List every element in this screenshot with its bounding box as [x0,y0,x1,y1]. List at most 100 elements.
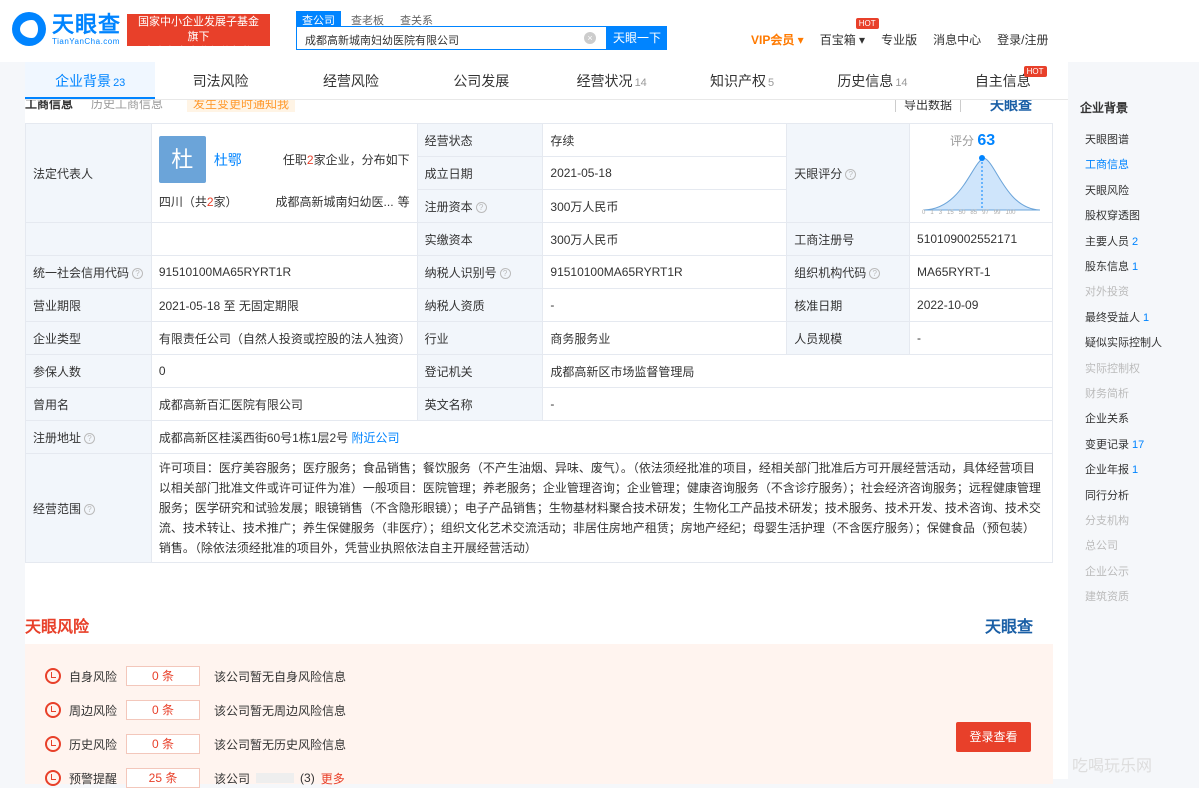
tab-history[interactable]: 历史信息 14 [807,62,937,99]
region-label: 四川（共2家） [158,195,238,209]
authority-value: 成都高新区市场监督管理局 [542,354,1053,388]
watermark: 吃喝玩乐网 [1072,758,1153,775]
site-logo[interactable]: 天眼查 TianYanCha.com [12,12,121,46]
score-value: 评分 63 [950,132,996,149]
help-icon[interactable]: ? [84,432,96,444]
nearby-companies-link[interactable]: 附近公司 [352,431,400,445]
tab-judicial-risk[interactable]: 司法风险 [155,62,285,99]
export-button[interactable]: 导出数据 [895,100,962,112]
reg-no-value: 510109002552171 [909,222,1053,256]
score-axis: 0 1 3 15 50 85 97 99 100 [922,210,1016,216]
more-link[interactable]: 更多 [321,770,345,787]
risk-row-history[interactable]: 历史风险 0 条 该公司暂无历史风险信息 [45,734,346,754]
help-icon[interactable]: ? [84,503,96,515]
sidebar-item: 实际控制权 [1085,362,1140,375]
badge-line1: 国家中小企业发展子基金旗下 [138,16,259,43]
sidebar-item[interactable]: 疑似实际控制人 [1085,334,1162,350]
tab-operating-status[interactable]: 经营状况 14 [547,62,677,99]
sidebar-item[interactable]: 工商信息 [1085,156,1129,172]
help-icon[interactable]: ? [475,201,487,213]
section-header-partial: 工商信息 历史工商信息 发生变更时通知我 导出数据 天眼查 [25,100,1068,112]
risk-row-self[interactable]: 自身风险 0 条 该公司暂无自身风险信息 [45,666,346,686]
paid-capital-value: 300万人民币 [542,222,788,256]
sidebar-item: 分支机构 [1085,515,1129,527]
clock-icon [45,736,61,752]
scope-value: 许可项目：医疗美容服务；医疗服务；食品销售；餐饮服务（不产生油烟、异味、废气）。… [150,453,1054,563]
help-icon[interactable]: ? [499,267,511,279]
hot-badge: HOT [855,18,879,29]
logo-subtext: TianYanCha.com [52,36,120,46]
type-value: 有限责任公司（自然人投资或控股的法人独资） [150,321,418,355]
sidebar-item[interactable]: 股权穿透图 [1085,207,1140,223]
sidebar-item[interactable]: 主要人员 2 [1085,233,1138,249]
approve-value: 2022-10-09 [909,288,1053,322]
risk-row-warning[interactable]: 预警提醒 25 条 该公司 (3) 更多 [45,768,345,788]
sidebar-item[interactable]: 天眼风险 [1085,182,1129,198]
risk-desc: 该公司暂无周边风险信息 [214,703,347,718]
sidebar-item: 总公司 [1085,540,1118,553]
pro-link[interactable]: 专业版 [881,31,917,48]
sidebar-item[interactable]: 企业年报 1 [1085,461,1138,477]
vip-link[interactable]: VIP会员 ▾ [751,31,804,48]
logo-text: 天眼查 [52,11,122,37]
baibaoxiang-link[interactable]: 百宝箱 ▾ HOT [820,18,879,48]
founded-value: 2021-05-18 [542,156,788,190]
sidebar-item: 财务简析 [1085,388,1129,400]
reg-capital-label: 注册资本? [416,189,544,223]
region-company[interactable]: 成都高新城南妇幼医... [276,193,394,210]
section-logo: 天眼查 [990,100,1032,112]
score-cell[interactable]: 评分 63 0 1 3 15 50 85 97 99 100 [909,123,1053,223]
risk-row-nearby[interactable]: 周边风险 0 条 该公司暂无周边风险信息 [45,700,346,720]
tab-background[interactable]: 企业背景 23 [25,62,156,99]
reg-capital-value: 300万人民币 [542,189,788,223]
tab-development[interactable]: 公司发展 [416,62,546,99]
risk-count: 0 条 [126,734,201,754]
clear-icon[interactable]: × [584,32,596,44]
help-icon[interactable]: ? [869,267,881,279]
legal-rep-name[interactable]: 杜鄂 [214,150,242,170]
messages-link[interactable]: 消息中心 [933,31,981,48]
status-value: 存续 [542,123,788,157]
legal-rep-region: 四川（共2家） 成都高新城南妇幼医... 等 [159,193,410,210]
history-link[interactable]: 历史工商信息 [91,100,163,112]
hot-badge: HOT [1023,66,1047,77]
org-code-value: MA65RYRT-1 [909,255,1053,289]
sidebar-item[interactable]: 同行分析 [1085,487,1129,503]
risk-desc: 该公司暂无自身风险信息 [214,669,347,684]
approve-label: 核准日期 [786,288,911,322]
blank-label [25,222,152,256]
notify-button[interactable]: 发生变更时通知我 [187,100,296,112]
login-to-view-button[interactable]: 登录查看 [956,722,1031,752]
help-icon[interactable]: ? [845,168,857,180]
score-label-cell: 天眼评分? [786,123,911,223]
term-label: 营业期限 [25,288,152,322]
legal-rep-cell: 杜 杜鄂 任职2家企业，分布如下 四川（共2家） 成都高新城南妇幼医... 等 [150,123,418,223]
insured-value: 0 [150,354,418,388]
tab-self-info[interactable]: 自主信息 HOT [938,62,1068,99]
risk-count: 0 条 [126,666,201,686]
tab-ip[interactable]: 知识产权 5 [677,62,807,99]
sidebar-item[interactable]: 天眼图谱 [1085,131,1129,147]
sidebar-item[interactable]: 变更记录 17 [1085,436,1144,452]
help-icon[interactable]: ? [132,267,144,279]
sidebar-item: 企业公示 [1085,565,1129,578]
address-label: 注册地址? [25,420,152,454]
sidebar-item[interactable]: 最终受益人 1 [1085,309,1149,325]
industry-label: 行业 [416,321,544,355]
search-button[interactable]: 天眼一下 [607,26,667,50]
sidebar-item: 建筑资质 [1085,591,1129,604]
login-link[interactable]: 登录/注册 [997,31,1048,48]
paid-capital-label: 实缴资本 [416,222,544,256]
tax-id-value: 91510100MA65RYRT1R [542,255,788,289]
top-nav: VIP会员 ▾ 百宝箱 ▾ HOT 专业版 消息中心 登录/注册 [751,18,1048,48]
sidebar-item[interactable]: 股东信息 1 [1085,258,1138,274]
sidebar-item[interactable]: 企业关系 [1085,410,1129,426]
tab-operating-risk[interactable]: 经营风险 [286,62,416,99]
avatar[interactable]: 杜 [158,136,206,183]
staff-value: - [909,321,1053,355]
search-input[interactable]: 成都高新城南妇幼医院有限公司 [296,26,607,50]
clock-icon [45,702,61,718]
status-label: 经营状态 [416,123,544,157]
reg-no-label: 工商注册号 [786,222,911,256]
founded-label: 成立日期 [416,156,544,190]
